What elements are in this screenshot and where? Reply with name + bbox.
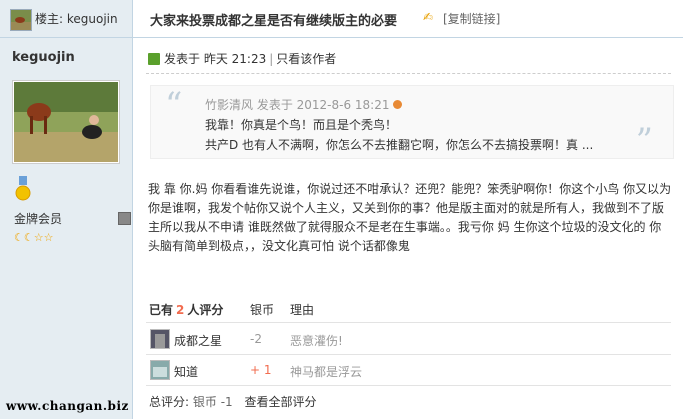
quote-line: 共产D 也有人不满啊，你怎么不去推翻它啊，你怎么不去搞投票啊！真 ... (205, 138, 594, 152)
divider (146, 354, 671, 355)
medal-icon (14, 176, 32, 202)
rater-avatar[interactable] (150, 329, 170, 349)
avatar[interactable] (12, 80, 120, 164)
online-status-icon (148, 53, 160, 65)
rating-header: 已有 2 人评分 (149, 301, 223, 318)
rating-suffix: 人评分 (187, 303, 224, 317)
user-group: 金牌会员 (14, 212, 63, 226)
post-meta: 发表于 昨天 21:23 | 只看该作者 (148, 50, 336, 67)
quote-line: 我靠！你真是个鸟！而且是个秃鸟！ (205, 118, 398, 132)
quote-author: 竹影清风 发表于 2012-8-6 18:21 (205, 96, 402, 113)
rating-col-coin: 银币 (250, 303, 275, 317)
rater-name[interactable]: 知道 (174, 363, 198, 380)
quote-close-icon: ” (635, 121, 653, 161)
only-author-link[interactable]: 只看该作者 (276, 52, 336, 66)
message-icon[interactable] (118, 212, 131, 225)
rating-reason: 神马都是浮云 (290, 365, 363, 379)
rank-stars-icon: ☾☾☆☆ (14, 231, 54, 244)
view-all-ratings-link[interactable]: 查看全部评分 (244, 395, 316, 409)
floor-avatar-thumb[interactable] (10, 9, 32, 31)
author-name[interactable]: keguojin (12, 50, 75, 65)
rating-score: -2 (250, 332, 262, 346)
rater-name[interactable]: 成都之星 (174, 332, 222, 349)
post-body: 我 靠 你.妈 你看看谁先说谁，你说过还不咁承认？还兜？能兜？笨秃驴啊你！你这个… (148, 182, 672, 253)
total-value: 银币 -1 (192, 395, 233, 409)
post-time: 发表于 昨天 21:23 (164, 52, 267, 66)
jump-to-post-icon[interactable] (392, 100, 402, 109)
floor-label: 楼主: keguojin (35, 12, 118, 26)
rating-count: 2 (176, 303, 185, 317)
thread-title: 大家来投票成都之星是否有继续版主的必要 (150, 14, 398, 29)
floor-header: 楼主: keguojin (0, 0, 132, 38)
hot-thread-icon: ✍ (423, 10, 434, 24)
quote-open-icon: “ (165, 85, 183, 125)
separator: | (269, 52, 274, 66)
total-label: 总评分: (149, 395, 190, 409)
quote-author-text: 竹影清风 发表于 2012-8-6 18:21 (205, 98, 390, 112)
rating-col-reason: 理由 (290, 303, 315, 317)
rating-total: 总评分: 银币 -1 查看全部评分 (149, 393, 317, 410)
divider (146, 385, 671, 386)
watermark: www.changan.biz (6, 399, 129, 413)
rating-reason: 恶意灌伤! (290, 334, 343, 348)
divider (146, 73, 671, 74)
rating-score: + 1 (250, 363, 272, 377)
divider (146, 322, 671, 323)
rater-avatar[interactable] (150, 360, 170, 380)
thread-title-bar: 大家来投票成都之星是否有继续版主的必要 ✍ [复制链接] (133, 0, 683, 38)
quote-block: “ ” 竹影清风 发表于 2012-8-6 18:21 我靠！你真是个鸟！而且是… (150, 85, 674, 159)
rating-prefix: 已有 (149, 303, 174, 317)
copy-link[interactable]: [复制链接] (443, 10, 500, 27)
